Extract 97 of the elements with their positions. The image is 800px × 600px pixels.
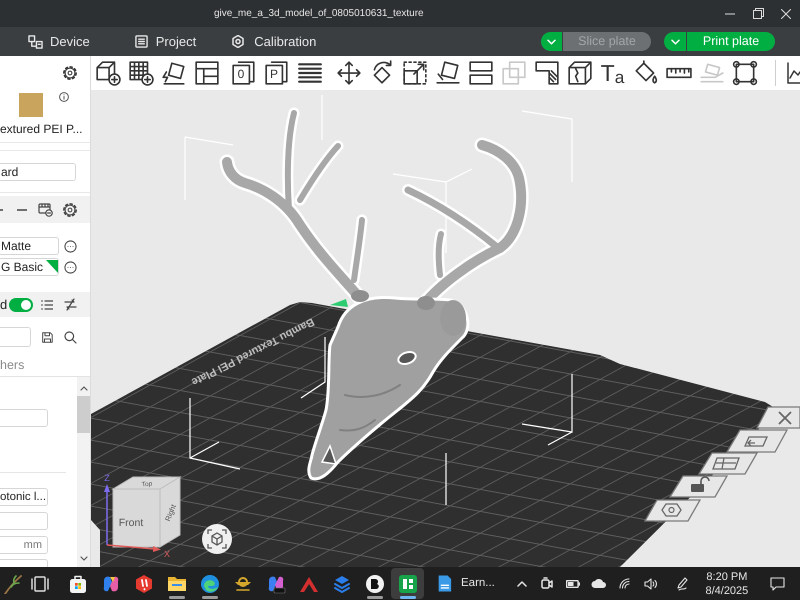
cube-frame-icon [207,529,227,549]
shopping-bag-icon [68,574,88,594]
plate-icon [264,60,290,86]
info-icon[interactable] [59,92,69,102]
plate-thumbnail [19,93,43,117]
branch-icon [3,574,23,594]
cube-add-icon [94,60,120,86]
fit-frame-icon [732,60,758,86]
cloud-icon[interactable] [591,579,606,588]
save-icon[interactable] [42,332,53,342]
text-tool-button[interactable]: T$_{a}$ [596,58,629,88]
axis-label: Z [104,473,110,483]
lock-button[interactable] [668,475,728,498]
taskbar-window-button[interactable]: Earn... [432,568,499,599]
dropdown-button[interactable] [664,32,686,51]
notification-icon[interactable] [770,576,786,590]
chevron-up-icon[interactable] [80,386,88,391]
device-icon [28,34,43,48]
arrow-marker-icon [330,299,348,307]
menu-tab[interactable]: Project [128,29,202,54]
scale-icon [402,60,428,86]
tool-button[interactable]: 0 [227,58,260,88]
paint-bucket-icon [632,60,658,86]
auto-orient-icon [160,60,186,86]
split-icon [468,60,494,86]
clock-date[interactable]: 8/4/2025 [705,584,748,598]
arrows-slash-icon[interactable] [64,298,78,311]
lay-on-face-icon [434,60,460,86]
unlock-icon [691,476,710,492]
layout-icon [194,60,220,86]
settings-icon[interactable] [63,202,77,216]
taskbar-app-button[interactable] [391,568,424,599]
menu-tab[interactable]: Calibration [226,29,322,54]
layout-button[interactable] [698,452,758,475]
settings-icon[interactable] [63,66,77,80]
wifi-icon[interactable] [618,578,631,589]
chevron-down-icon [670,38,680,44]
restore-icon [752,8,764,19]
overlap-squares-icon [500,60,526,86]
menu-tab[interactable]: Device [22,29,96,54]
task-view-icon [30,574,50,594]
hexagon-gear-icon [232,35,244,48]
list-icon [134,35,148,48]
dropdown-button[interactable] [541,32,562,51]
reset-view-button[interactable] [202,524,232,554]
search-icon[interactable] [64,330,77,344]
layout-icon [712,457,740,470]
more-icon[interactable] [64,240,77,252]
tiles-icon [398,574,418,594]
battery-icon[interactable] [566,580,580,588]
clock-time[interactable]: 8:20 PM [706,570,748,584]
axis-label: X [164,549,170,559]
support-paint-icon [534,60,560,86]
input-field[interactable]: mm [0,536,48,554]
plate-name: extured PEI P... [0,122,84,136]
swirl-circle-icon [200,574,220,594]
tool-button[interactable]: P [260,58,293,88]
box-minus-icon[interactable] [38,202,53,216]
input-field[interactable]: otonic l... [0,488,48,506]
x-axis [106,544,161,552]
toggle-switch[interactable] [9,298,34,312]
layers-icon [332,574,352,594]
chart-icon [787,60,800,86]
scrollbar-thumb[interactable] [77,396,90,433]
minimize-icon [725,12,735,14]
section-label: d [0,298,8,311]
list-icon[interactable] [41,300,54,310]
printer-field[interactable]: ard [0,163,76,181]
document-icon [436,574,452,593]
close-icon [781,8,791,18]
z-axis [104,484,110,545]
arrange-icon [744,436,768,447]
hexagon-tile-button[interactable] [644,499,702,522]
window-title: give_me_a_3d_model_of_0805010631_texture [214,7,424,21]
plate-icon [230,60,256,86]
chevron-down-icon[interactable] [80,556,88,561]
move-arrows-icon [336,60,362,86]
close-icon [778,411,792,425]
minus-icon[interactable] [17,208,27,210]
filament-field[interactable]: Matte [0,237,59,255]
input-field[interactable] [0,327,31,347]
minus-icon[interactable] [0,208,3,210]
input-field[interactable] [0,512,48,530]
arrange-button[interactable] [726,429,788,453]
grid-add-icon [128,60,154,86]
more-icon[interactable] [64,260,77,274]
cube-seam-icon [566,60,592,86]
speaker-icon[interactable] [644,578,658,590]
filament-field[interactable]: G Basic [0,258,59,276]
circle-logo-icon [364,574,384,594]
hexagon-icon [661,503,682,517]
scrollbar[interactable] [77,377,90,567]
hexagon-icon [134,574,154,594]
input-field[interactable] [0,409,48,427]
pen-icon[interactable] [677,576,688,590]
chevron-down-icon [547,38,556,44]
camera-icon[interactable] [540,577,553,590]
